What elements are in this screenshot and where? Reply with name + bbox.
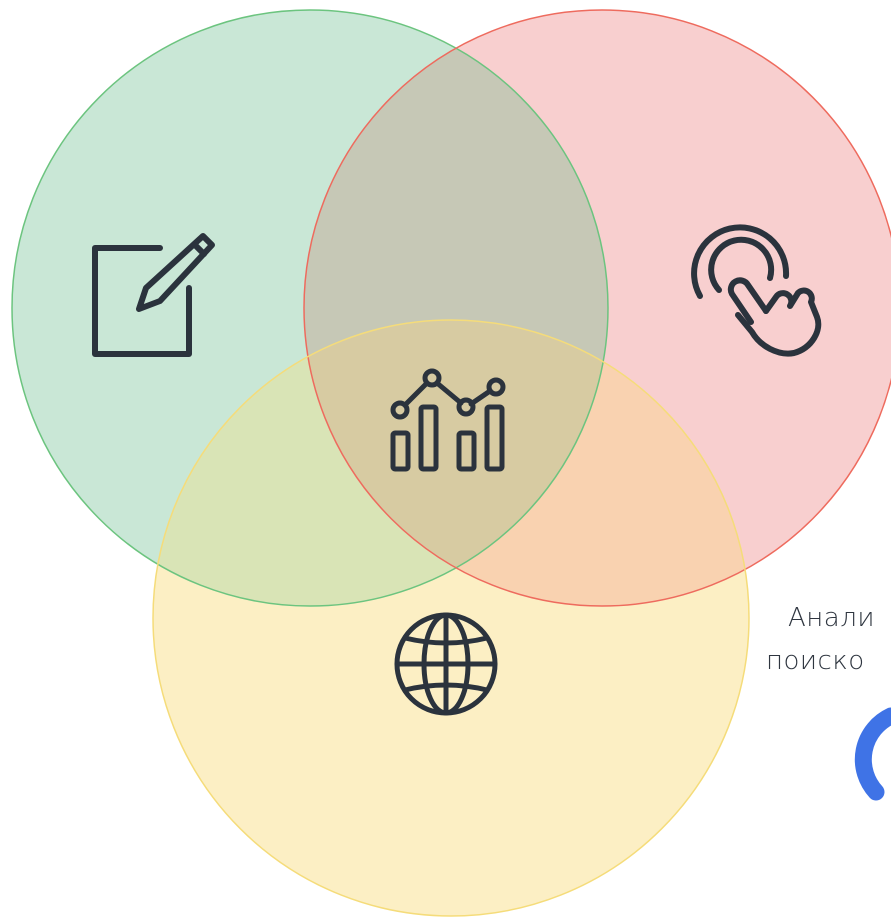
globe-icon (394, 612, 498, 716)
caption-line-1: Анали (788, 603, 875, 633)
venn-diagram (11, 9, 891, 917)
caption-line-2: поиско (766, 646, 865, 676)
venn-diagram-stage: Анали поиско (0, 0, 891, 918)
partial-ring-logo-icon (854, 707, 891, 801)
